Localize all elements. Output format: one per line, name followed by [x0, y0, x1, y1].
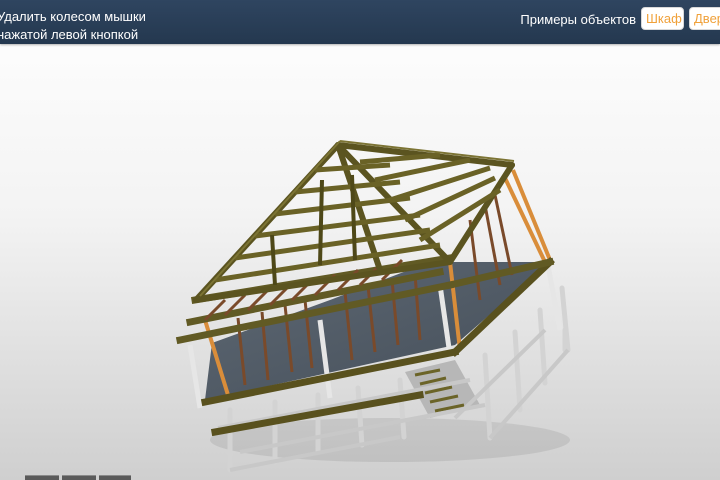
mouse-hint-line-1: Удалить колесом мышки: [0, 9, 146, 24]
mouse-hint-line-2: нажатой левой кнопкой: [0, 27, 139, 42]
example-door-button[interactable]: Двер: [689, 7, 720, 30]
examples-label: Примеры объектов: [520, 12, 636, 27]
example-wardrobe-button[interactable]: Шкаф: [641, 7, 684, 30]
3d-viewport[interactable]: [0, 44, 720, 480]
bottom-tab-strip: [0, 475, 720, 480]
bottom-tab[interactable]: [99, 475, 131, 480]
top-toolbar: Удалить колесом мышки нажатой левой кноп…: [0, 0, 720, 44]
bottom-tab[interactable]: [62, 475, 96, 480]
roof-purlins: [214, 152, 502, 283]
bottom-tab[interactable]: [25, 475, 59, 480]
